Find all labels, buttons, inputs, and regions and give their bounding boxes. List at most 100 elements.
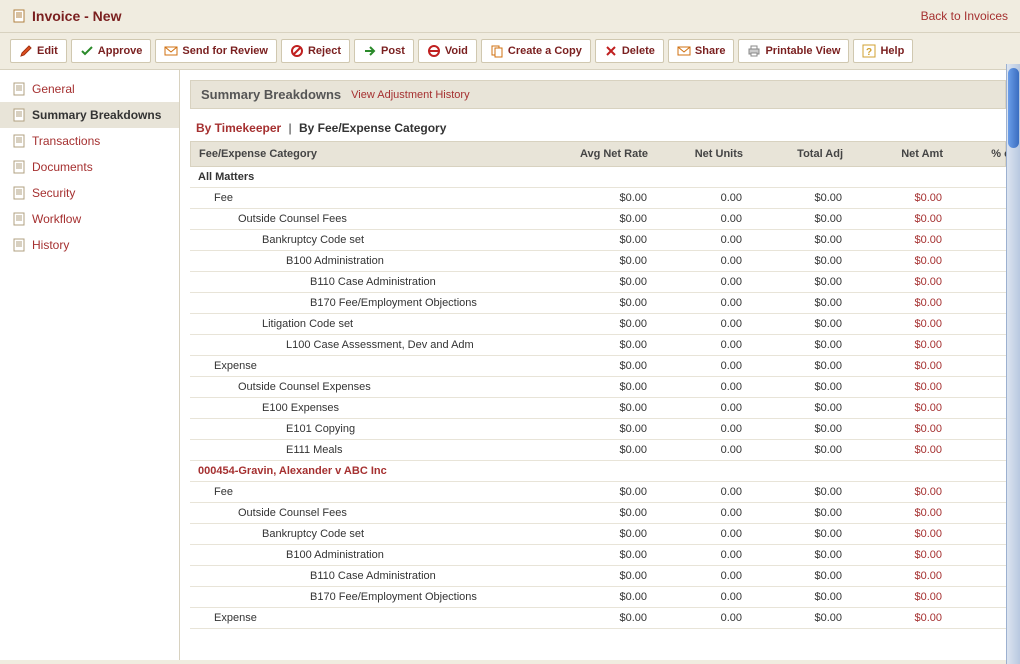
- cell-amt: $0.00: [850, 566, 950, 586]
- cell-adj: $0.00: [750, 482, 850, 502]
- back-to-invoices-link[interactable]: Back to Invoices: [921, 9, 1008, 23]
- page-icon: [12, 82, 26, 96]
- table-row: B110 Case Administration$0.000.00$0.00$0…: [190, 566, 1006, 587]
- cell-adj: $0.00: [750, 251, 850, 271]
- sidebar-item-transactions[interactable]: Transactions: [0, 128, 179, 154]
- cell-units: 0.00: [655, 398, 750, 418]
- table-row: Litigation Code set$0.000.00$0.00$0.000.…: [190, 314, 1006, 335]
- approve-button[interactable]: Approve: [71, 39, 152, 63]
- cell-amt: $0.00: [850, 230, 950, 250]
- row-label: B100 Administration: [190, 251, 550, 271]
- sidebar-item-history[interactable]: History: [0, 232, 179, 258]
- sidebar-item-documents[interactable]: Documents: [0, 154, 179, 180]
- page-icon: [12, 186, 26, 200]
- sidebar-item-summary-breakdowns[interactable]: Summary Breakdowns: [0, 102, 179, 128]
- row-label: L100 Case Assessment, Dev and Adm: [190, 335, 550, 355]
- view-adjustment-history-link[interactable]: View Adjustment History: [351, 89, 469, 101]
- edit-button[interactable]: Edit: [10, 39, 67, 63]
- cell-avg: $0.00: [550, 440, 655, 460]
- cell-avg: $0.00: [550, 587, 655, 607]
- row-label: All Matters: [190, 167, 550, 187]
- cell-avg: $0.00: [550, 608, 655, 628]
- cell-units: 0.00: [655, 440, 750, 460]
- cell-avg: $0.00: [550, 377, 655, 397]
- reject-icon: [290, 44, 304, 58]
- envelope-icon: [164, 44, 178, 58]
- cell-amt: $0.00: [850, 272, 950, 292]
- void-button[interactable]: Void: [418, 39, 477, 63]
- table-row: Fee$0.000.00$0.00$0.000.00%: [190, 482, 1006, 503]
- scrollbar-thumb[interactable]: [1008, 68, 1019, 148]
- table-row: Outside Counsel Fees$0.000.00$0.00$0.000…: [190, 209, 1006, 230]
- print-button[interactable]: Printable View: [738, 39, 849, 63]
- copy-button[interactable]: Create a Copy: [481, 39, 591, 63]
- subtab-bar: By Timekeeper | By Fee/Expense Category: [190, 121, 1006, 137]
- edit-label: Edit: [37, 45, 58, 57]
- cell-avg: $0.00: [550, 293, 655, 313]
- row-label: Expense: [190, 356, 550, 376]
- row-label: B110 Case Administration: [190, 566, 550, 586]
- table-row: All Matters: [190, 167, 1006, 188]
- table-row: Bankruptcy Code set$0.000.00$0.00$0.000.…: [190, 230, 1006, 251]
- scrollbar[interactable]: [1006, 64, 1020, 664]
- grid-body: All MattersFee$0.000.00$0.00$0.000.00%Ou…: [190, 167, 1006, 629]
- title-bar: Invoice - New Back to Invoices: [0, 0, 1020, 33]
- col-net-amt[interactable]: Net Amt: [851, 142, 951, 166]
- cell-amt: $0.00: [850, 419, 950, 439]
- cell-amt: $0.00: [850, 293, 950, 313]
- cell-adj: [750, 461, 850, 481]
- cell-avg: $0.00: [550, 230, 655, 250]
- table-row: B110 Case Administration$0.000.00$0.00$0…: [190, 272, 1006, 293]
- table-row: E101 Copying$0.000.00$0.00$0.000.00%: [190, 419, 1006, 440]
- col-fee-expense-category[interactable]: Fee/Expense Category: [191, 142, 551, 166]
- cell-units: 0.00: [655, 566, 750, 586]
- reject-button[interactable]: Reject: [281, 39, 350, 63]
- table-row: Expense$0.000.00$0.00$0.000.00%: [190, 608, 1006, 629]
- table-row: Outside Counsel Fees$0.000.00$0.00$0.000…: [190, 503, 1006, 524]
- table-row: Fee$0.000.00$0.00$0.000.00%: [190, 188, 1006, 209]
- cell-avg: $0.00: [550, 209, 655, 229]
- row-label: E100 Expenses: [190, 398, 550, 418]
- row-label: E111 Meals: [190, 440, 550, 460]
- sidebar-item-workflow[interactable]: Workflow: [0, 206, 179, 232]
- cell-units: 0.00: [655, 377, 750, 397]
- cell-units: 0.00: [655, 272, 750, 292]
- sidebar-item-label: Security: [32, 186, 75, 200]
- print-label: Printable View: [765, 45, 840, 57]
- subtab-by-timekeeper[interactable]: By Timekeeper: [196, 121, 281, 135]
- cell-amt: $0.00: [850, 524, 950, 544]
- table-row: 000454-Gravin, Alexander v ABC Inc: [190, 461, 1006, 482]
- main-layout: GeneralSummary BreakdownsTransactionsDoc…: [0, 70, 1020, 660]
- delete-button[interactable]: Delete: [595, 39, 664, 63]
- row-label: E101 Copying: [190, 419, 550, 439]
- col-net-units[interactable]: Net Units: [656, 142, 751, 166]
- cell-units: 0.00: [655, 293, 750, 313]
- cell-avg: $0.00: [550, 314, 655, 334]
- delete-label: Delete: [622, 45, 655, 57]
- cell-adj: $0.00: [750, 545, 850, 565]
- subtab-by-fee-expense-category[interactable]: By Fee/Expense Category: [299, 121, 446, 135]
- cell-avg: [550, 167, 655, 187]
- help-button[interactable]: ?Help: [853, 39, 913, 63]
- cell-units: [655, 461, 750, 481]
- cell-avg: $0.00: [550, 272, 655, 292]
- cell-amt: $0.00: [850, 377, 950, 397]
- cell-units: 0.00: [655, 230, 750, 250]
- row-label: Bankruptcy Code set: [190, 230, 550, 250]
- table-row: E100 Expenses$0.000.00$0.00$0.000.00%: [190, 398, 1006, 419]
- cell-adj: $0.00: [750, 188, 850, 208]
- sidebar-item-security[interactable]: Security: [0, 180, 179, 206]
- col-total-adj[interactable]: Total Adj: [751, 142, 851, 166]
- col-avg-net-rate[interactable]: Avg Net Rate: [551, 142, 656, 166]
- toolbar: Edit Approve Send for Review Reject Post…: [0, 33, 1020, 70]
- post-button[interactable]: Post: [354, 39, 414, 63]
- row-label: Bankruptcy Code set: [190, 524, 550, 544]
- cell-units: 0.00: [655, 356, 750, 376]
- cell-amt: $0.00: [850, 188, 950, 208]
- cell-adj: $0.00: [750, 335, 850, 355]
- share-button[interactable]: Share: [668, 39, 735, 63]
- send-review-button[interactable]: Send for Review: [155, 39, 277, 63]
- cell-adj: $0.00: [750, 314, 850, 334]
- sidebar-item-general[interactable]: General: [0, 76, 179, 102]
- subtab-separator: |: [289, 121, 292, 135]
